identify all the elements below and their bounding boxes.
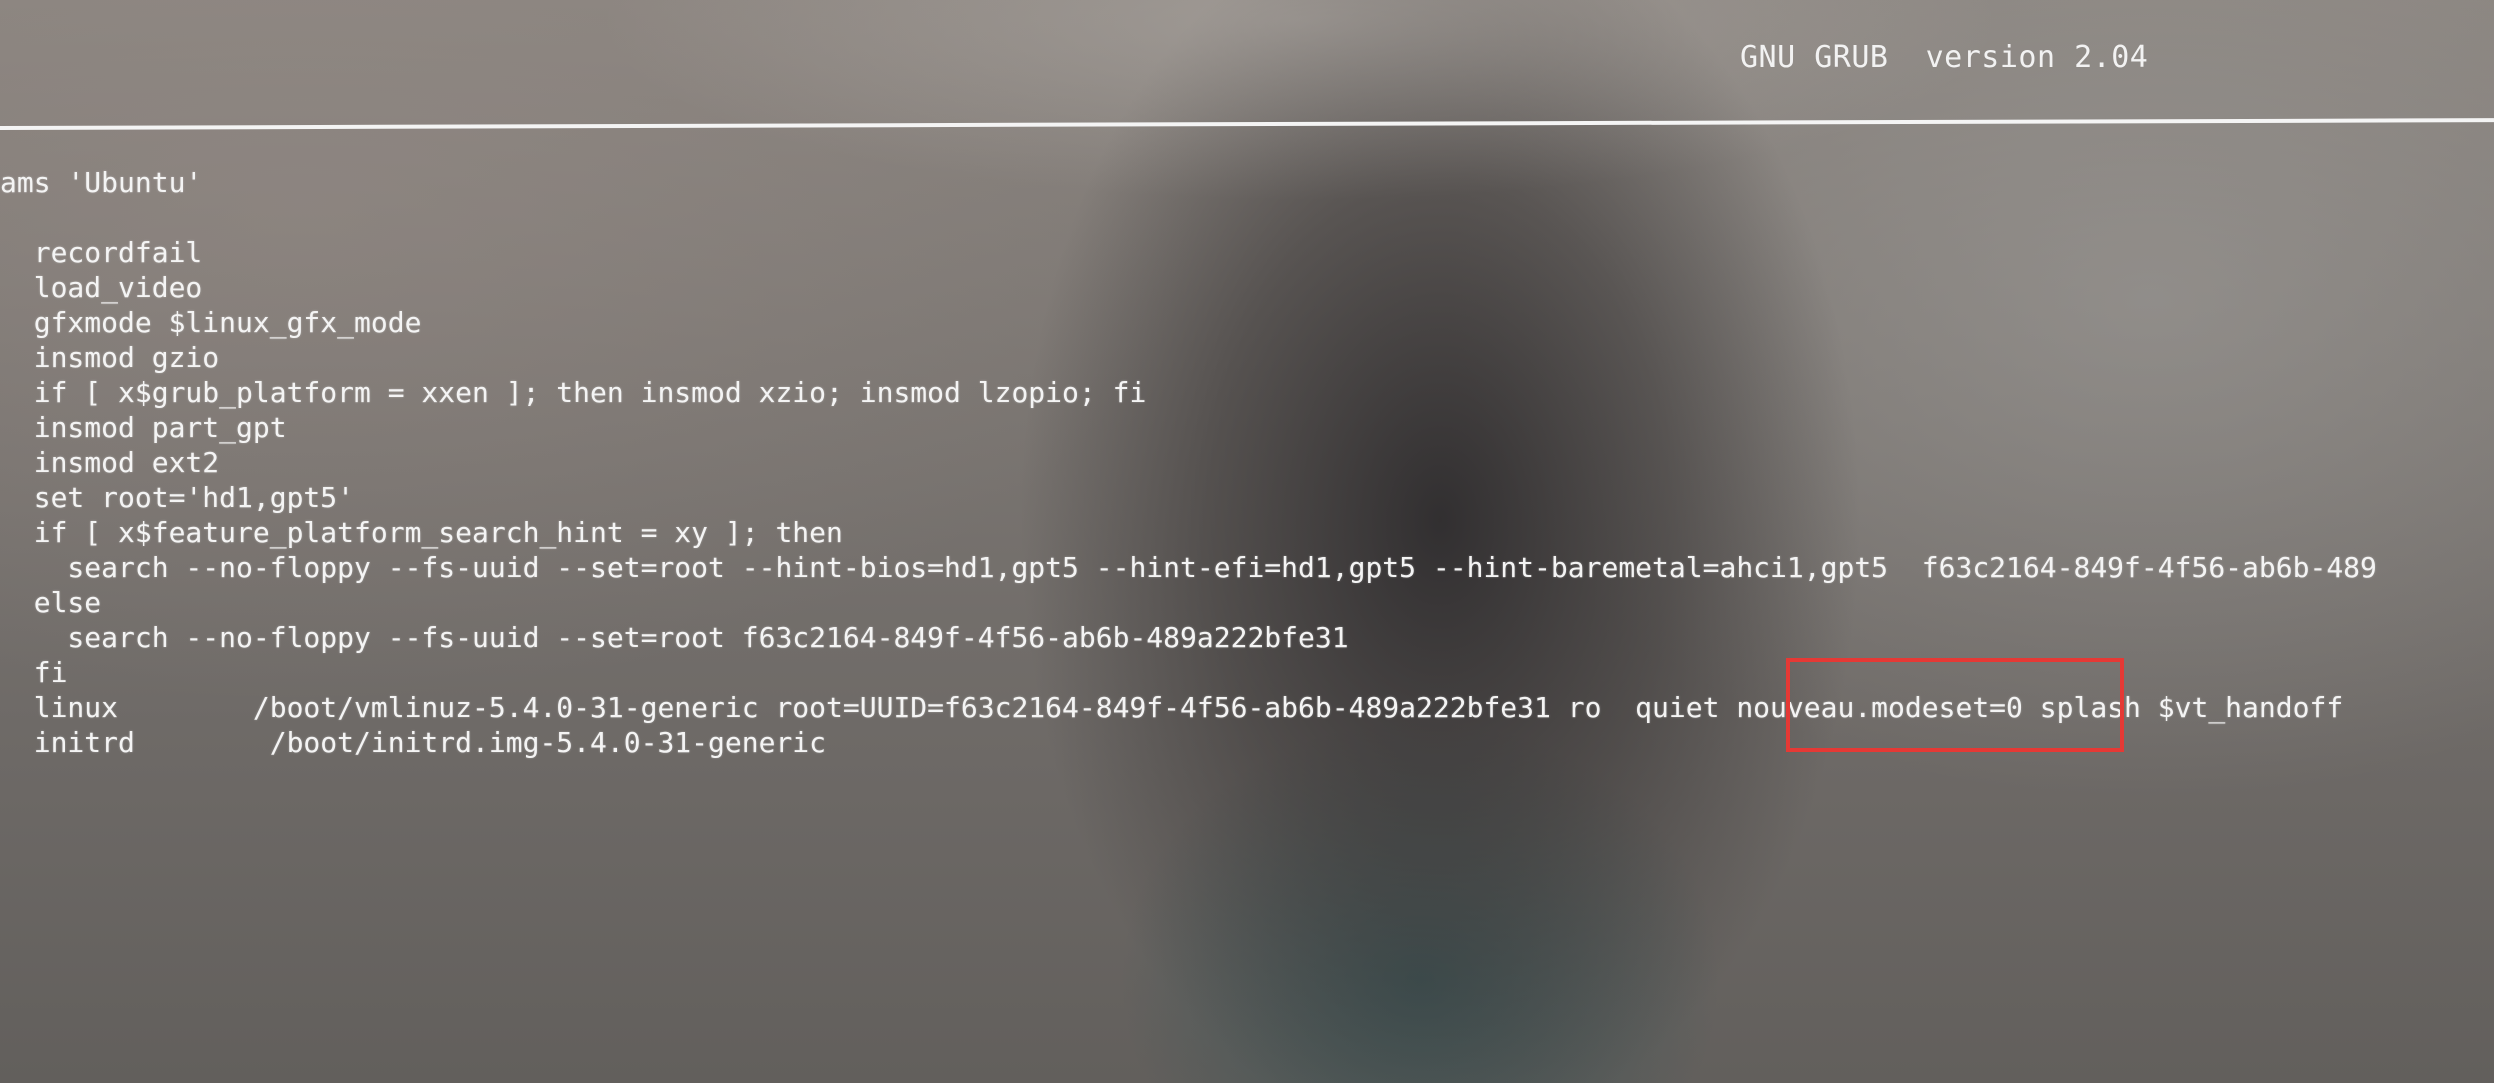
editor-line[interactable]: load_video — [0, 271, 203, 305]
editor-line[interactable]: insmod gzio — [0, 341, 219, 375]
editor-line[interactable]: else — [0, 586, 101, 620]
editor-line[interactable]: fi — [0, 656, 68, 690]
editor-line[interactable]: insmod part_gpt — [0, 411, 287, 445]
editor-line-initrd[interactable]: initrd /boot/initrd.img-5.4.0-31-generic — [0, 726, 826, 760]
editor-line[interactable]: if [ x$feature_platform_search_hint = xy… — [0, 516, 843, 550]
editor-line[interactable]: ams 'Ubuntu' — [0, 166, 202, 200]
editor-line[interactable]: gfxmode $linux_gfx_mode — [0, 306, 422, 340]
editor-line[interactable]: set root='hd1,gpt5' — [0, 481, 354, 515]
editor-line[interactable]: insmod ext2 — [0, 446, 219, 480]
editor-line[interactable]: if [ x$grub_platform = xxen ]; then insm… — [0, 376, 1147, 410]
grub-header-title: GNU GRUB version 2.04 — [1740, 40, 2149, 75]
editor-line[interactable]: search --no-floppy --fs-uuid --set=root … — [0, 551, 2376, 585]
highlight-annotation-box — [1786, 658, 2124, 752]
editor-line[interactable]: search --no-floppy --fs-uuid --set=root … — [0, 621, 1348, 655]
header-divider — [0, 118, 2494, 130]
editor-line[interactable]: recordfail — [0, 236, 203, 270]
